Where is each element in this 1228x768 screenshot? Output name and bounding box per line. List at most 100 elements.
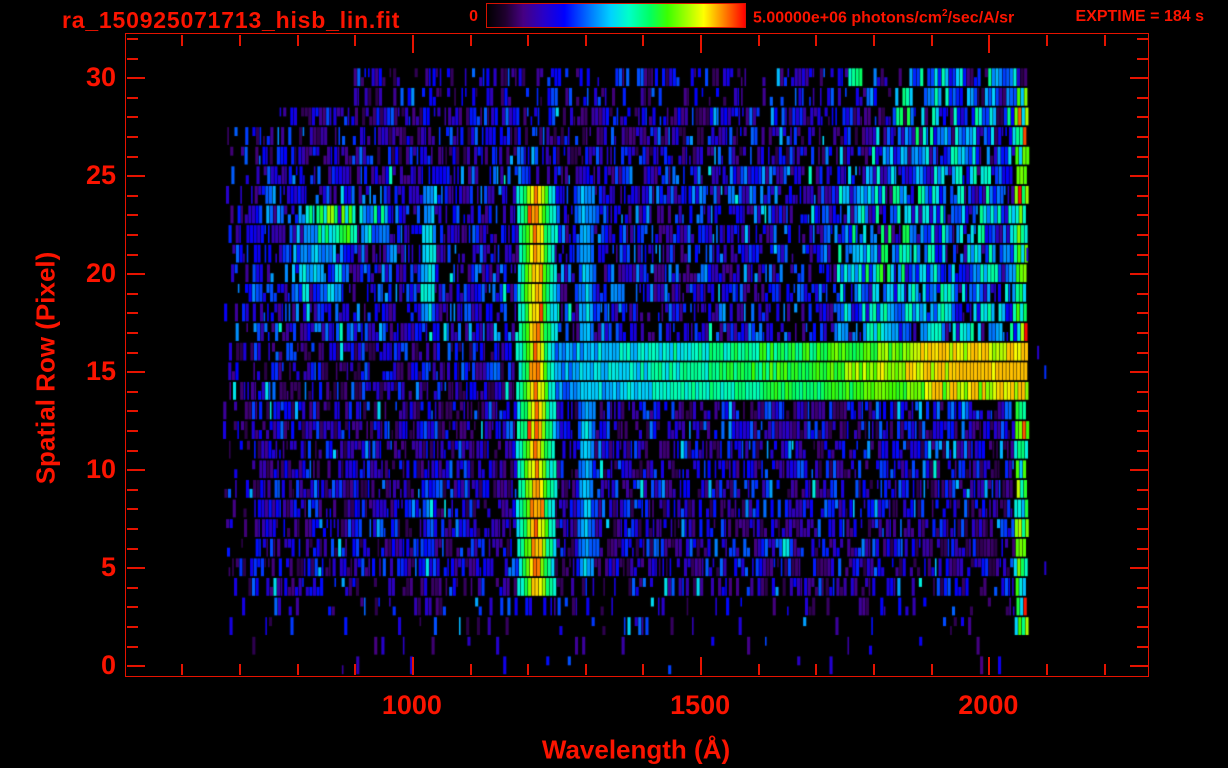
axis-tick	[238, 34, 241, 46]
axis-tick	[126, 155, 138, 158]
axis-tick	[1137, 547, 1148, 550]
axis-tick	[126, 194, 138, 197]
axis-tick	[873, 664, 876, 675]
axis-tick	[1130, 273, 1148, 276]
y-tick-label: 15	[85, 356, 116, 387]
axis-tick	[527, 664, 530, 675]
y-tick-label: 25	[85, 160, 116, 191]
axis-tick	[1137, 586, 1148, 589]
axis-tick	[1137, 449, 1148, 452]
axis-tick	[126, 547, 138, 550]
axis-tick	[126, 116, 138, 119]
axis-tick	[815, 664, 818, 675]
colorbar-unit-prefix: photons/cm	[851, 9, 942, 27]
colorbar-max-label: 5.00000e+06 photons/cm2/sec/A/sr	[753, 8, 1014, 27]
axis-tick	[1130, 469, 1148, 472]
axis-tick	[930, 664, 933, 675]
axis-tick	[1137, 331, 1148, 334]
axis-tick	[1130, 665, 1148, 668]
axis-tick	[1130, 567, 1148, 570]
plot-frame	[125, 33, 1149, 677]
axis-tick	[1137, 292, 1148, 295]
axis-tick	[126, 331, 138, 334]
axis-tick	[873, 34, 876, 46]
axis-tick	[126, 37, 138, 40]
axis-tick	[1137, 214, 1148, 217]
axis-tick	[1137, 410, 1148, 413]
axis-tick	[469, 664, 472, 675]
axis-tick	[1137, 194, 1148, 197]
y-tick-label: 10	[85, 454, 116, 485]
axis-tick	[411, 34, 414, 53]
axis-tick	[1130, 371, 1148, 374]
axis-tick	[1045, 34, 1048, 46]
axis-tick	[642, 34, 645, 46]
axis-tick	[1137, 253, 1148, 256]
axis-tick	[584, 664, 587, 675]
colorbar-min-label: 0	[469, 8, 478, 25]
axis-tick	[1137, 527, 1148, 530]
axis-tick	[126, 508, 138, 511]
axis-tick	[1137, 37, 1148, 40]
axis-tick	[126, 135, 138, 138]
axis-tick	[1137, 625, 1148, 628]
axis-tick	[126, 527, 138, 530]
axis-tick	[126, 410, 138, 413]
x-axis-title: Wavelength (Å)	[541, 734, 731, 765]
axis-tick	[126, 449, 138, 452]
axis-tick	[181, 34, 184, 46]
axis-tick	[1045, 664, 1048, 675]
x-tick-label: 1500	[670, 690, 731, 720]
colorbar-max-value: 5.00000e+06	[753, 9, 852, 27]
axis-tick	[1137, 233, 1148, 236]
axis-tick	[126, 371, 145, 374]
axis-tick	[126, 57, 138, 60]
x-tick-label: 2000	[958, 690, 1019, 720]
axis-tick	[1137, 312, 1148, 315]
axis-tick	[126, 390, 138, 393]
axis-tick	[1130, 77, 1148, 80]
axis-tick	[126, 645, 138, 648]
axis-tick	[584, 34, 587, 46]
axis-tick	[126, 567, 145, 570]
axis-tick	[126, 586, 138, 589]
axis-tick	[126, 606, 138, 609]
axis-tick	[1137, 645, 1148, 648]
axis-tick	[126, 96, 138, 99]
exptime-label: EXPTIME = 184 s	[1075, 8, 1204, 25]
axis-tick	[988, 34, 991, 53]
axis-tick	[126, 625, 138, 628]
axis-tick	[1137, 96, 1148, 99]
y-tick-label: 30	[85, 62, 116, 93]
axis-tick	[1137, 135, 1148, 138]
axis-tick	[1137, 57, 1148, 60]
axis-tick	[126, 665, 145, 668]
axis-tick	[527, 34, 530, 46]
axis-tick	[126, 77, 145, 80]
axis-tick	[1137, 508, 1148, 511]
axis-tick	[126, 351, 138, 354]
y-tick-label: 20	[85, 258, 116, 289]
axis-tick	[469, 34, 472, 46]
axis-tick	[1137, 429, 1148, 432]
axis-tick	[126, 488, 138, 491]
axis-tick	[126, 214, 138, 217]
axis-tick	[126, 292, 138, 295]
y-axis-title: Spatial Row (Pixel)	[30, 251, 61, 485]
axis-tick	[126, 273, 145, 276]
axis-tick	[1103, 34, 1106, 46]
fits-quicklook-viewer: ra_150925071713_hisb_lin.fit 0 5.00000e+…	[0, 0, 1228, 768]
axis-tick	[700, 657, 703, 675]
axis-tick	[1130, 175, 1148, 178]
axis-tick	[1137, 488, 1148, 491]
x-tick-label: 1000	[381, 690, 442, 720]
axis-tick	[296, 664, 299, 675]
axis-tick	[988, 657, 991, 675]
axis-tick	[757, 34, 760, 46]
axis-tick	[815, 34, 818, 46]
axis-tick	[757, 664, 760, 675]
axis-tick	[1137, 606, 1148, 609]
axis-tick	[126, 429, 138, 432]
axis-tick	[126, 233, 138, 236]
page-title: ra_150925071713_hisb_lin.fit	[62, 7, 401, 33]
